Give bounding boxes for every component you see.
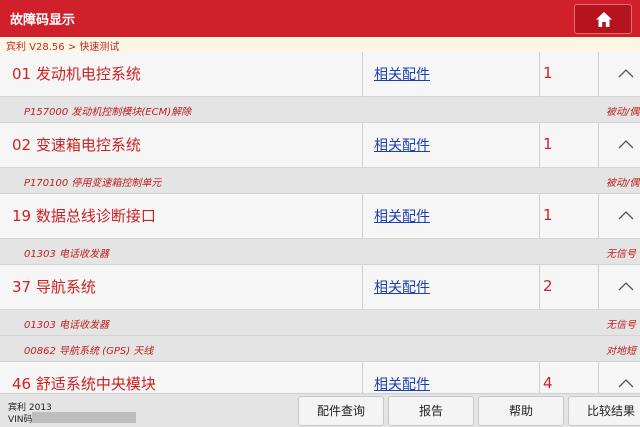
chevron-up-icon[interactable] bbox=[618, 210, 634, 220]
system-name: 02 变速箱电控系统 bbox=[12, 136, 141, 154]
system-name: 19 数据总线诊断接口 bbox=[12, 207, 156, 225]
system-name: 37 导航系统 bbox=[12, 278, 96, 296]
fault-code-status: 对地短 bbox=[606, 346, 636, 357]
fault-code-description: 01303 电话收发器 bbox=[24, 320, 109, 331]
fault-code-description: 00862 导航系统 (GPS) 天线 bbox=[24, 346, 154, 357]
fault-code-status: 被动/偶 bbox=[606, 107, 640, 118]
chevron-up-icon[interactable] bbox=[618, 281, 634, 291]
vin-value-redacted bbox=[32, 412, 136, 423]
breadcrumb-bar: 宾利 V28.56 > 快速测试 bbox=[0, 37, 640, 53]
chevron-up-icon[interactable] bbox=[618, 68, 634, 78]
chevron-up-icon[interactable] bbox=[618, 139, 634, 149]
related-parts-link[interactable]: 相关配件 bbox=[374, 277, 430, 297]
column-divider bbox=[539, 265, 540, 310]
system-name: 46 舒适系统中央模块 bbox=[12, 375, 156, 393]
related-parts-link[interactable]: 相关配件 bbox=[374, 64, 430, 84]
fault-code-description: 01303 电话收发器 bbox=[24, 249, 109, 260]
column-divider bbox=[598, 362, 599, 393]
column-divider bbox=[598, 52, 599, 97]
header-bar: 故障码显示 bbox=[0, 0, 640, 37]
column-divider bbox=[362, 52, 363, 97]
column-divider bbox=[598, 123, 599, 168]
report-button[interactable]: 报告 bbox=[388, 396, 474, 426]
column-divider bbox=[539, 52, 540, 97]
footer-bar: 宾利 2013 VIN码 配件查询 报告 帮助 比较结果 bbox=[0, 393, 640, 427]
fault-count: 1 bbox=[543, 135, 553, 153]
help-button[interactable]: 帮助 bbox=[478, 396, 564, 426]
fault-count: 1 bbox=[543, 206, 553, 224]
related-parts-link[interactable]: 相关配件 bbox=[374, 374, 430, 393]
home-icon bbox=[596, 12, 612, 27]
column-divider bbox=[598, 265, 599, 310]
fault-count: 1 bbox=[543, 64, 553, 82]
fault-code-status: 被动/偶 bbox=[606, 178, 640, 189]
column-divider bbox=[539, 123, 540, 168]
system-row[interactable]: 37 导航系统 相关配件 2 bbox=[0, 265, 640, 310]
system-row[interactable]: 02 变速箱电控系统 相关配件 1 bbox=[0, 123, 640, 168]
fault-code-row: P157000 发动机控制模块(ECM)解除 被动/偶 bbox=[0, 97, 640, 123]
related-parts-link[interactable]: 相关配件 bbox=[374, 206, 430, 226]
chevron-up-icon[interactable] bbox=[618, 378, 634, 388]
breadcrumb: 宾利 V28.56 > 快速测试 bbox=[6, 42, 120, 53]
fault-code-status: 无信号 bbox=[606, 320, 636, 331]
column-divider bbox=[539, 362, 540, 393]
fault-code-description: P157000 发动机控制模块(ECM)解除 bbox=[24, 107, 192, 118]
column-divider bbox=[598, 194, 599, 239]
column-divider bbox=[539, 194, 540, 239]
parts-query-button[interactable]: 配件查询 bbox=[298, 396, 384, 426]
fault-code-status: 无信号 bbox=[606, 249, 636, 260]
page-title: 故障码显示 bbox=[10, 13, 76, 28]
column-divider bbox=[362, 362, 363, 393]
column-divider bbox=[362, 123, 363, 168]
related-parts-link[interactable]: 相关配件 bbox=[374, 135, 430, 155]
compare-results-button[interactable]: 比较结果 bbox=[568, 396, 640, 426]
fault-code-row: 01303 电话收发器 无信号 bbox=[0, 310, 640, 336]
fault-code-row: 00862 导航系统 (GPS) 天线 对地短 bbox=[0, 336, 640, 362]
column-divider bbox=[362, 194, 363, 239]
system-row[interactable]: 19 数据总线诊断接口 相关配件 1 bbox=[0, 194, 640, 239]
vin-label: VIN码 bbox=[8, 415, 33, 425]
fault-code-list[interactable]: 01 发动机电控系统 相关配件 1 P157000 发动机控制模块(ECM)解除 被动/… bbox=[0, 52, 640, 393]
fault-code-description: P170100 停用变速箱控制单元 bbox=[24, 178, 162, 189]
fault-count: 2 bbox=[543, 277, 553, 295]
fault-count: 4 bbox=[543, 374, 553, 392]
fault-code-row: P170100 停用变速箱控制单元 被动/偶 bbox=[0, 168, 640, 194]
system-row[interactable]: 46 舒适系统中央模块 相关配件 4 bbox=[0, 362, 640, 393]
system-row[interactable]: 01 发动机电控系统 相关配件 1 bbox=[0, 52, 640, 97]
system-name: 01 发动机电控系统 bbox=[12, 65, 141, 83]
fault-code-row: 01303 电话收发器 无信号 bbox=[0, 239, 640, 265]
column-divider bbox=[362, 265, 363, 310]
home-button[interactable] bbox=[574, 4, 632, 34]
